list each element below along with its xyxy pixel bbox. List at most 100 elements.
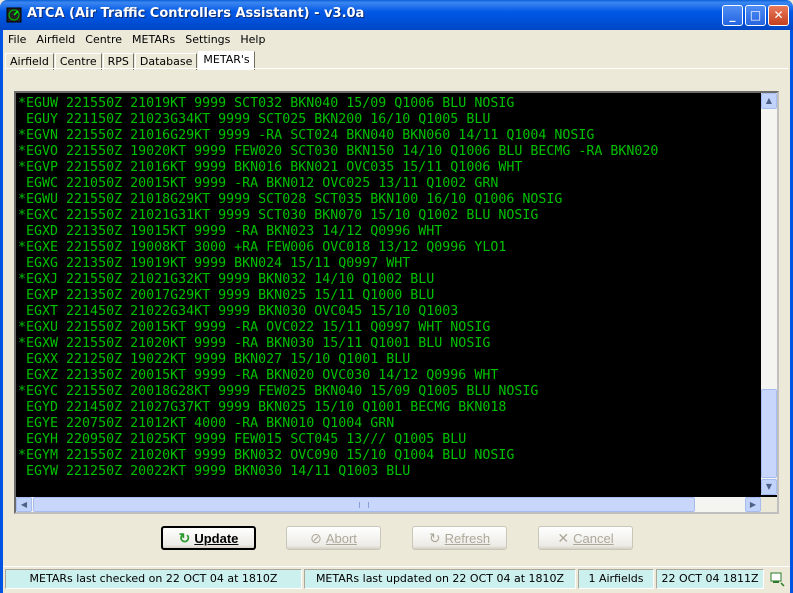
- vertical-scrollbar[interactable]: ▲ ▼: [761, 93, 777, 495]
- metar-text: EGXC 221550Z 21021G31KT 9999 SCT030 BKN0…: [26, 208, 539, 223]
- metar-star-marker: *: [18, 336, 27, 351]
- status-last-updated: METARs last updated on 22 OCT 04 at 1810…: [304, 569, 576, 589]
- cancel-icon: ✕: [557, 529, 570, 546]
- menu-help[interactable]: Help: [235, 33, 270, 46]
- metar-star-marker: [18, 400, 26, 415]
- metar-text: EGWC 221050Z 20015KT 9999 -RA BKN012 OVC…: [26, 176, 499, 191]
- metar-text: EGYE 220750Z 21012KT 4000 -RA BKN010 Q10…: [26, 416, 395, 431]
- metar-text: EGXW 221550Z 21020KT 9999 -RA BKN030 15/…: [26, 336, 491, 351]
- metar-row: *EGYC 221550Z 20018G28KT 9999 FEW025 BKN…: [16, 384, 763, 400]
- metar-text: EGXX 221250Z 19022KT 9999 BKN027 15/10 Q…: [26, 352, 411, 367]
- horizontal-scrollbar[interactable]: ◀ ▶: [16, 497, 761, 512]
- metar-star-marker: [18, 416, 26, 431]
- metar-star-marker: [18, 224, 26, 239]
- metar-star-marker: *: [18, 384, 27, 399]
- metar-star-marker: *: [18, 192, 27, 207]
- metar-row: *EGWU 221550Z 21018G29KT 9999 SCT028 SCT…: [16, 192, 763, 208]
- metar-text: EGUW 221550Z 21019KT 9999 SCT032 BKN040 …: [26, 96, 515, 111]
- metar-text: EGYC 221550Z 20018G28KT 9999 FEW025 BKN0…: [26, 384, 539, 399]
- window-frame-left: [0, 30, 3, 593]
- cancel-button[interactable]: ✕ Cancel: [538, 526, 633, 550]
- status-last-checked: METARs last checked on 22 OCT 04 at 1810…: [5, 569, 302, 589]
- metar-text: EGYH 220950Z 21025KT 9999 FEW015 SCT045 …: [26, 432, 467, 447]
- metar-row: *EGXE 221550Z 19008KT 3000 +RA FEW006 OV…: [16, 240, 763, 256]
- metar-star-marker: [18, 176, 26, 191]
- metar-row: *EGXJ 221550Z 21021G32KT 9999 BKN032 14/…: [16, 272, 763, 288]
- menu-metars[interactable]: METARs: [127, 33, 180, 46]
- metar-row: *EGXW 221550Z 21020KT 9999 -RA BKN030 15…: [16, 336, 763, 352]
- metar-text: EGXP 221350Z 20017G29KT 9999 BKN025 15/1…: [26, 288, 435, 303]
- metar-text: EGYW 221250Z 20022KT 9999 BKN030 14/11 Q…: [26, 464, 411, 479]
- metar-row: *EGXU 221550Z 20015KT 9999 -RA OVC022 15…: [16, 320, 763, 336]
- metar-text: EGXZ 221350Z 20015KT 9999 -RA BKN020 OVC…: [26, 368, 499, 383]
- scroll-up-arrow-icon[interactable]: ▲: [761, 93, 777, 109]
- metar-star-marker: *: [18, 240, 27, 255]
- metar-star-marker: [18, 112, 26, 127]
- menu-file[interactable]: File: [3, 33, 31, 46]
- metar-text: EGXT 221450Z 21022G34KT 9999 BKN030 OVC0…: [26, 304, 459, 319]
- abort-icon: ⊘: [310, 529, 322, 546]
- metar-text: EGYD 221450Z 21027G37KT 9999 BKN025 15/1…: [26, 400, 507, 415]
- metar-row: *EGXC 221550Z 21021G31KT 9999 SCT030 BKN…: [16, 208, 763, 224]
- refresh-icon: ↻: [178, 529, 191, 546]
- metar-star-marker: *: [18, 272, 27, 287]
- metar-row: *EGYM 221550Z 21020KT 9999 BKN032 OVC090…: [16, 448, 763, 464]
- metar-text: EGXJ 221550Z 21021G32KT 9999 BKN032 14/1…: [26, 272, 435, 287]
- title-bar[interactable]: ATCA (Air Traffic Controllers Assistant)…: [0, 0, 793, 30]
- metar-row: *EGVN 221550Z 21016G29KT 9999 -RA SCT024…: [16, 128, 763, 144]
- cancel-button-label: Cancel: [573, 530, 614, 546]
- metar-display[interactable]: *EGUW 221550Z 21019KT 9999 SCT032 BKN040…: [14, 91, 779, 514]
- metar-star-marker: *: [18, 320, 27, 335]
- menu-centre[interactable]: Centre: [80, 33, 127, 46]
- minimize-button[interactable]: _: [722, 5, 743, 26]
- scroll-right-arrow-icon[interactable]: ▶: [745, 497, 761, 512]
- metar-text: EGXG 221350Z 19019KT 9999 BKN024 15/11 Q…: [26, 256, 411, 271]
- horizontal-scroll-thumb[interactable]: [33, 497, 695, 512]
- menu-airfield[interactable]: Airfield: [31, 33, 80, 46]
- metar-text: EGXD 221350Z 19015KT 9999 -RA BKN023 14/…: [26, 224, 443, 239]
- menu-bar: File Airfield Centre METARs Settings Hel…: [3, 30, 790, 48]
- metar-star-marker: *: [18, 128, 27, 143]
- metar-row: EGXG 221350Z 19019KT 9999 BKN024 15/11 Q…: [16, 256, 763, 272]
- metar-star-marker: [18, 368, 26, 383]
- maximize-button[interactable]: □: [745, 5, 766, 26]
- close-button[interactable]: ✕: [768, 5, 789, 26]
- scroll-grip-icon: [359, 502, 369, 508]
- abort-button[interactable]: ⊘ Abort: [286, 526, 381, 550]
- metar-text: EGWU 221550Z 21018G29KT 9999 SCT028 SCT0…: [26, 192, 563, 207]
- metar-row: EGWC 221050Z 20015KT 9999 -RA BKN012 OVC…: [16, 176, 763, 192]
- metar-row: EGXP 221350Z 20017G29KT 9999 BKN025 15/1…: [16, 288, 763, 304]
- menu-settings[interactable]: Settings: [180, 33, 235, 46]
- metar-star-marker: *: [18, 96, 27, 111]
- status-bar: METARs last checked on 22 OCT 04 at 1810…: [3, 566, 790, 590]
- metar-row: *EGVP 221550Z 21016KT 9999 BKN016 BKN021…: [16, 160, 763, 176]
- metar-row: EGYW 221250Z 20022KT 9999 BKN030 14/11 Q…: [16, 464, 763, 480]
- update-button[interactable]: ↻ Update: [161, 526, 256, 550]
- metar-row: EGXT 221450Z 21022G34KT 9999 BKN030 OVC0…: [16, 304, 763, 320]
- metar-row: EGXX 221250Z 19022KT 9999 BKN027 15/10 Q…: [16, 352, 763, 368]
- metar-star-marker: [18, 432, 26, 447]
- update-button-label: Update: [194, 530, 239, 546]
- refresh-button[interactable]: ↻ Refresh: [412, 526, 507, 550]
- metar-text: EGXU 221550Z 20015KT 9999 -RA OVC022 15/…: [26, 320, 491, 335]
- scroll-left-arrow-icon[interactable]: ◀: [16, 497, 32, 512]
- metar-star-marker: *: [18, 448, 27, 463]
- network-monitor-icon: [770, 572, 785, 587]
- metar-row: EGYD 221450Z 21027G37KT 9999 BKN025 15/1…: [16, 400, 763, 416]
- window-title: ATCA (Air Traffic Controllers Assistant)…: [27, 6, 365, 21]
- radar-app-icon: [6, 7, 22, 23]
- metar-row: *EGVO 221550Z 19020KT 9999 FEW020 SCT030…: [16, 144, 763, 160]
- metar-text: EGVN 221550Z 21016G29KT 9999 -RA SCT024 …: [26, 128, 595, 143]
- vertical-scroll-thumb[interactable]: [761, 389, 777, 478]
- metar-star-marker: *: [18, 208, 27, 223]
- metar-star-marker: [18, 464, 26, 479]
- metar-star-marker: [18, 352, 26, 367]
- status-airfields: 1 Airfields: [578, 569, 654, 589]
- metar-row: EGUY 221150Z 21023G34KT 9999 SCT025 BKN2…: [16, 112, 763, 128]
- metar-text: EGVO 221550Z 19020KT 9999 FEW020 SCT030 …: [26, 144, 659, 159]
- metar-row: EGYE 220750Z 21012KT 4000 -RA BKN010 Q10…: [16, 416, 763, 432]
- refresh-button-label: Refresh: [444, 530, 491, 546]
- scroll-down-arrow-icon[interactable]: ▼: [761, 479, 777, 495]
- metar-row: EGXD 221350Z 19015KT 9999 -RA BKN023 14/…: [16, 224, 763, 240]
- status-datetime: 22 OCT 04 1811Z: [656, 569, 764, 589]
